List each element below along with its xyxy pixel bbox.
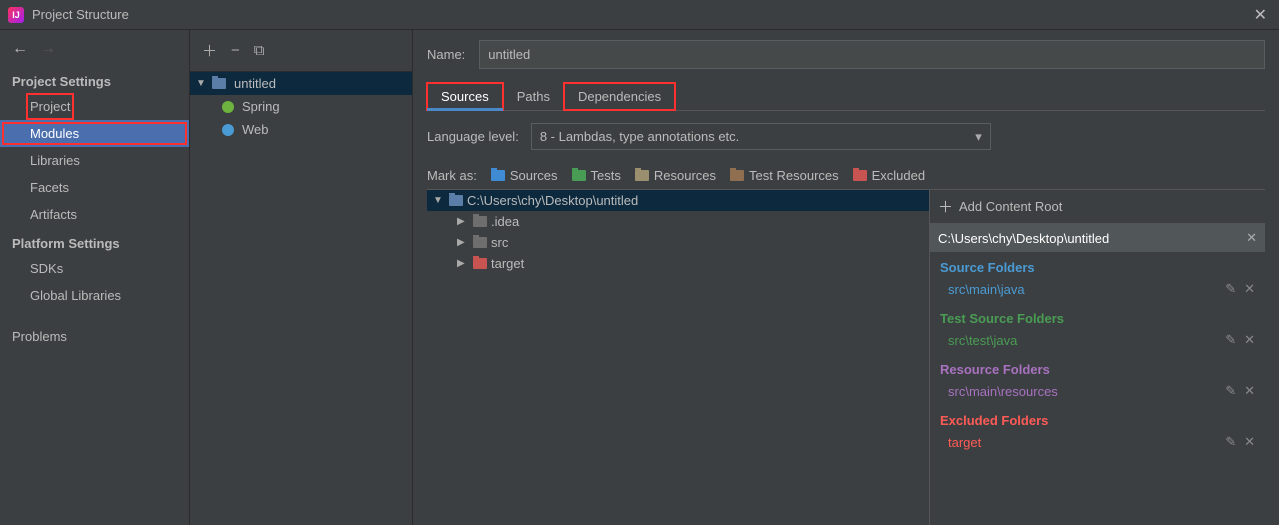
mark-testresources-button[interactable]: Test Resources	[730, 168, 839, 183]
tab-dependencies[interactable]: Dependencies	[564, 83, 675, 110]
spring-icon	[222, 101, 234, 113]
tree-child-src[interactable]: ▶ src	[427, 232, 929, 253]
tree-child-label: target	[491, 256, 524, 271]
nav-modules[interactable]: Modules	[0, 120, 189, 147]
module-child-label: Spring	[242, 99, 280, 114]
mark-sources-button[interactable]: Sources	[491, 168, 558, 183]
tree-root-row[interactable]: ▼ C:\Users\chy\Desktop\untitled	[427, 190, 929, 211]
tree-root-label: C:\Users\chy\Desktop\untitled	[467, 193, 638, 208]
mark-label: Resources	[654, 168, 716, 183]
expand-icon[interactable]: ▶	[457, 237, 469, 248]
window-title: Project Structure	[32, 7, 129, 22]
mark-label: Tests	[591, 168, 621, 183]
folder-item-path: src\main\resources	[948, 384, 1219, 399]
folder-icon	[473, 216, 487, 227]
module-child-spring[interactable]: Spring	[190, 95, 412, 118]
add-content-root-icon[interactable]: ＋	[938, 196, 953, 217]
copy-module-icon[interactable]: ⧉	[254, 42, 265, 59]
folder-group-header: Source Folders	[930, 252, 1265, 279]
module-name-input[interactable]	[479, 40, 1265, 69]
module-child-label: Web	[242, 122, 269, 137]
web-icon	[222, 124, 234, 136]
mark-label: Excluded	[872, 168, 925, 183]
folder-item[interactable]: target ✎ ✕	[930, 432, 1265, 456]
folder-icon	[635, 170, 649, 181]
remove-icon[interactable]: ✕	[1244, 332, 1255, 348]
add-module-icon[interactable]: ＋	[202, 40, 217, 61]
nav-libraries[interactable]: Libraries	[0, 147, 189, 174]
nav-artifacts[interactable]: Artifacts	[0, 201, 189, 228]
name-label: Name:	[427, 47, 465, 62]
mark-resources-button[interactable]: Resources	[635, 168, 716, 183]
edit-icon[interactable]: ✎	[1225, 383, 1236, 399]
folder-item-path: src\test\java	[948, 333, 1219, 348]
remove-icon[interactable]: ✕	[1244, 281, 1255, 297]
mark-label: Sources	[510, 168, 558, 183]
mark-as-label: Mark as:	[427, 168, 477, 183]
remove-root-icon[interactable]: ✕	[1246, 230, 1257, 246]
content-root-path: C:\Users\chy\Desktop\untitled	[938, 231, 1109, 246]
folder-group-header: Resource Folders	[930, 354, 1265, 381]
folder-item[interactable]: src\main\resources ✎ ✕	[930, 381, 1265, 405]
tree-child-target[interactable]: ▶ target	[427, 253, 929, 274]
nav-sdks[interactable]: SDKs	[0, 255, 189, 282]
edit-icon[interactable]: ✎	[1225, 281, 1236, 297]
mark-tests-button[interactable]: Tests	[572, 168, 621, 183]
nav-global-libraries[interactable]: Global Libraries	[0, 282, 189, 309]
language-level-label: Language level:	[427, 129, 519, 144]
folder-icon	[853, 170, 867, 181]
edit-icon[interactable]: ✎	[1225, 332, 1236, 348]
section-project-settings: Project Settings	[0, 66, 189, 93]
nav-back-icon[interactable]: ←	[12, 40, 28, 58]
remove-module-icon[interactable]: −	[231, 42, 240, 59]
language-level-value: 8 - Lambdas, type annotations etc.	[540, 129, 739, 144]
folder-item-path: target	[948, 435, 1219, 450]
folder-group-header: Excluded Folders	[930, 405, 1265, 432]
expand-icon[interactable]: ▶	[457, 216, 469, 227]
mark-label: Test Resources	[749, 168, 839, 183]
tree-child-label: .idea	[491, 214, 519, 229]
tab-paths[interactable]: Paths	[503, 83, 564, 110]
folder-icon	[449, 195, 463, 206]
titlebar: IJ Project Structure ✕	[0, 0, 1279, 30]
remove-icon[interactable]: ✕	[1244, 434, 1255, 450]
module-root[interactable]: ▼ untitled	[190, 72, 412, 95]
module-details-panel: Name: Sources Paths Dependencies Languag…	[413, 30, 1279, 525]
remove-icon[interactable]: ✕	[1244, 383, 1255, 399]
tree-child-idea[interactable]: ▶ .idea	[427, 211, 929, 232]
app-icon: IJ	[8, 7, 24, 23]
folder-item[interactable]: src\main\java ✎ ✕	[930, 279, 1265, 303]
folder-icon	[491, 170, 505, 181]
folder-item[interactable]: src\test\java ✎ ✕	[930, 330, 1265, 354]
expand-icon[interactable]: ▶	[457, 258, 469, 269]
folder-icon	[730, 170, 744, 181]
folder-icon	[212, 78, 226, 89]
tree-child-label: src	[491, 235, 508, 250]
nav-problems[interactable]: Problems	[0, 323, 189, 350]
folder-icon	[572, 170, 586, 181]
content-root-path-row[interactable]: C:\Users\chy\Desktop\untitled ✕	[930, 224, 1265, 252]
module-child-web[interactable]: Web	[190, 118, 412, 141]
nav-project[interactable]: Project	[26, 93, 74, 120]
expand-icon[interactable]: ▼	[196, 78, 208, 89]
nav-facets[interactable]: Facets	[0, 174, 189, 201]
module-root-label: untitled	[234, 76, 276, 91]
mark-excluded-button[interactable]: Excluded	[853, 168, 925, 183]
folder-icon	[473, 258, 487, 269]
nav-forward-icon: →	[40, 40, 56, 58]
module-tree-panel: ＋ − ⧉ ▼ untitled Spring Web	[190, 30, 413, 525]
folder-item-path: src\main\java	[948, 282, 1219, 297]
language-level-select[interactable]: 8 - Lambdas, type annotations etc.	[531, 123, 991, 150]
section-platform-settings: Platform Settings	[0, 228, 189, 255]
folder-group-header: Test Source Folders	[930, 303, 1265, 330]
add-content-root-label[interactable]: Add Content Root	[959, 199, 1062, 214]
tab-sources[interactable]: Sources	[427, 83, 503, 110]
folder-icon	[473, 237, 487, 248]
edit-icon[interactable]: ✎	[1225, 434, 1236, 450]
left-nav-panel: ← → Project Settings Project Modules Lib…	[0, 30, 190, 525]
close-icon[interactable]: ✕	[1250, 5, 1271, 25]
content-tree: ▼ C:\Users\chy\Desktop\untitled ▶ .idea …	[427, 190, 929, 525]
content-roots-panel: ＋ Add Content Root C:\Users\chy\Desktop\…	[929, 190, 1265, 525]
expand-icon[interactable]: ▼	[433, 195, 445, 206]
